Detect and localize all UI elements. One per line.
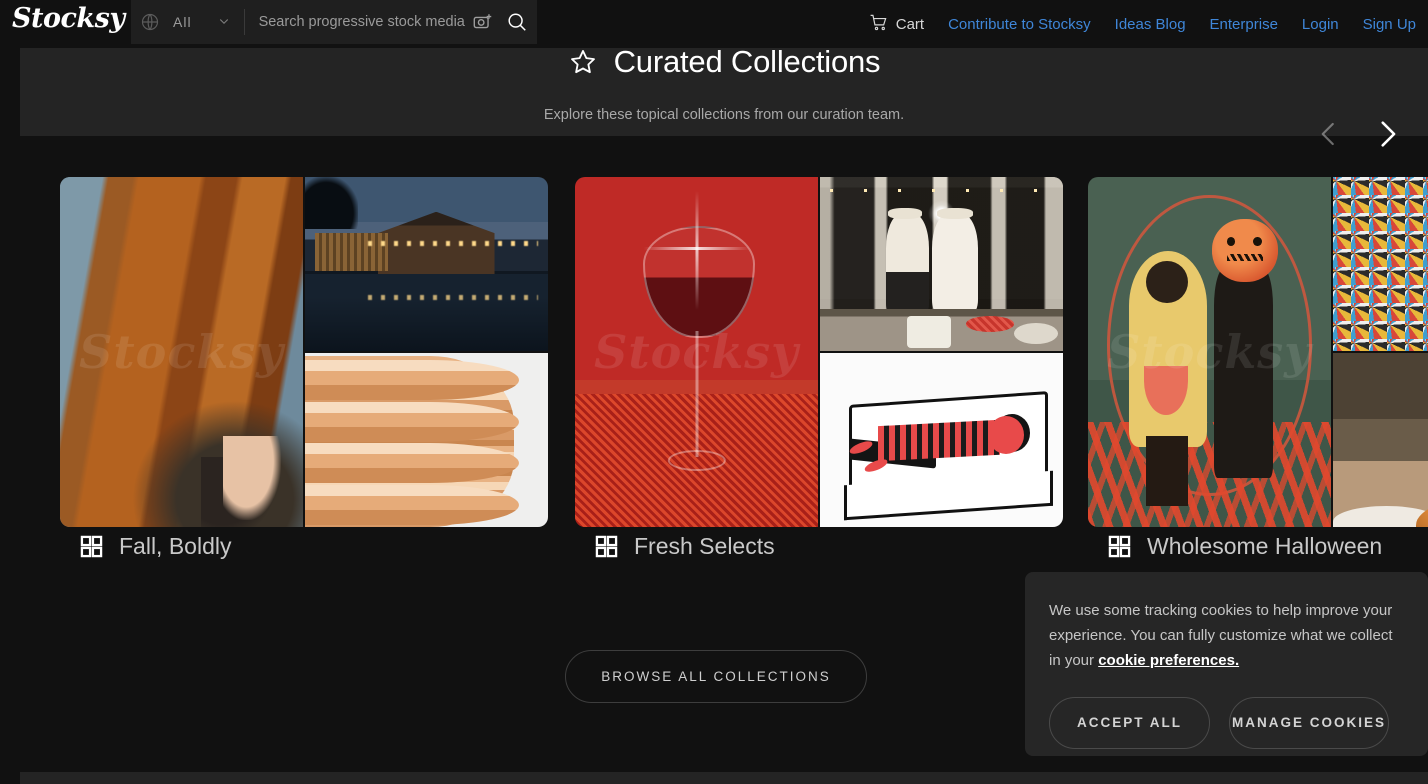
collection-thumbnail-grid[interactable]: Stocksy [1088, 177, 1428, 527]
carousel-prev-button[interactable] [1306, 113, 1352, 159]
manage-cookies-button[interactable]: MANAGE COOKIES [1229, 697, 1389, 749]
header-nav: Cart Contribute to Stocksy Ideas Blog En… [869, 0, 1428, 48]
collection-image[interactable] [305, 177, 548, 351]
nav-link-contribute[interactable]: Contribute to Stocksy [948, 16, 1091, 33]
globe-icon [140, 12, 160, 32]
cookie-consent-banner: We use some tracking cookies to help imp… [1025, 572, 1428, 756]
collection-image[interactable]: Stocksy [60, 177, 303, 527]
collection-thumbnail-grid[interactable]: Stocksy [60, 177, 548, 527]
page-subtitle: Explore these topical collections from o… [543, 107, 905, 123]
collection-image[interactable] [1333, 177, 1428, 351]
search-divider [243, 9, 245, 35]
cookie-preferences-link[interactable]: cookie preferences. [1098, 652, 1239, 669]
collection-card[interactable]: Stocksy Wholesome Hallo [1088, 177, 1428, 559]
collection-image[interactable] [305, 353, 548, 527]
collection-title[interactable]: Fresh Selects [595, 533, 775, 560]
stocksy-logo[interactable]: Stocksy [12, 2, 125, 36]
carousel-next-button[interactable] [1364, 113, 1410, 159]
chevron-right-icon [1370, 117, 1404, 156]
browse-all-collections-button[interactable]: BROWSE ALL COLLECTIONS [565, 650, 867, 703]
cart-icon [869, 13, 888, 36]
camera-upload-icon[interactable] [469, 8, 497, 36]
curated-collections-panel: Curated Collections Explore these topica… [20, 35, 1428, 147]
page-title-text: Curated Collections [613, 44, 881, 79]
collection-title[interactable]: Wholesome Halloween [1108, 533, 1382, 560]
collections-carousel: Stocksy [0, 177, 1428, 577]
collection-title[interactable]: Fall, Boldly [80, 533, 231, 560]
grid-icon [595, 535, 618, 558]
page-title: Curated Collections [20, 44, 1428, 80]
chevron-down-icon[interactable] [218, 15, 230, 30]
collection-image[interactable]: Stocksy [1088, 177, 1331, 527]
accept-all-button[interactable]: ACCEPT ALL [1049, 697, 1210, 749]
search-scope-label[interactable]: All [173, 14, 192, 30]
cookie-message: We use some tracking cookies to help imp… [1049, 598, 1404, 673]
collection-title-text: Fresh Selects [634, 533, 775, 559]
grid-icon [1108, 535, 1131, 558]
collection-image[interactable] [1333, 353, 1428, 527]
collection-card[interactable]: Stocksy [60, 177, 548, 559]
search-bar[interactable]: All [131, 0, 537, 44]
cart-label: Cart [895, 15, 925, 33]
grid-icon [80, 535, 103, 558]
collection-image[interactable] [820, 177, 1063, 351]
nav-link-sign-up[interactable]: Sign Up [1363, 16, 1416, 33]
collection-card[interactable]: Stocksy [575, 177, 1063, 559]
star-icon [568, 47, 598, 77]
collection-image[interactable] [820, 353, 1063, 527]
cookie-actions: ACCEPT ALL MANAGE COOKIES [1049, 697, 1404, 749]
collection-image[interactable]: Stocksy [575, 177, 818, 527]
cart-button[interactable]: Cart [869, 13, 924, 36]
chevron-left-icon [1314, 119, 1344, 154]
footer-strip [20, 772, 1428, 784]
nav-link-enterprise[interactable]: Enterprise [1210, 16, 1278, 33]
collection-title-text: Wholesome Halloween [1147, 533, 1383, 559]
search-input[interactable] [258, 14, 469, 30]
collection-title-text: Fall, Boldly [119, 533, 232, 559]
nav-link-ideas-blog[interactable]: Ideas Blog [1115, 16, 1186, 33]
nav-link-login[interactable]: Login [1302, 16, 1339, 33]
collection-thumbnail-grid[interactable]: Stocksy [575, 177, 1063, 527]
search-icon[interactable] [497, 2, 537, 42]
site-header: Stocksy All Search progressive stock med… [0, 0, 1428, 48]
